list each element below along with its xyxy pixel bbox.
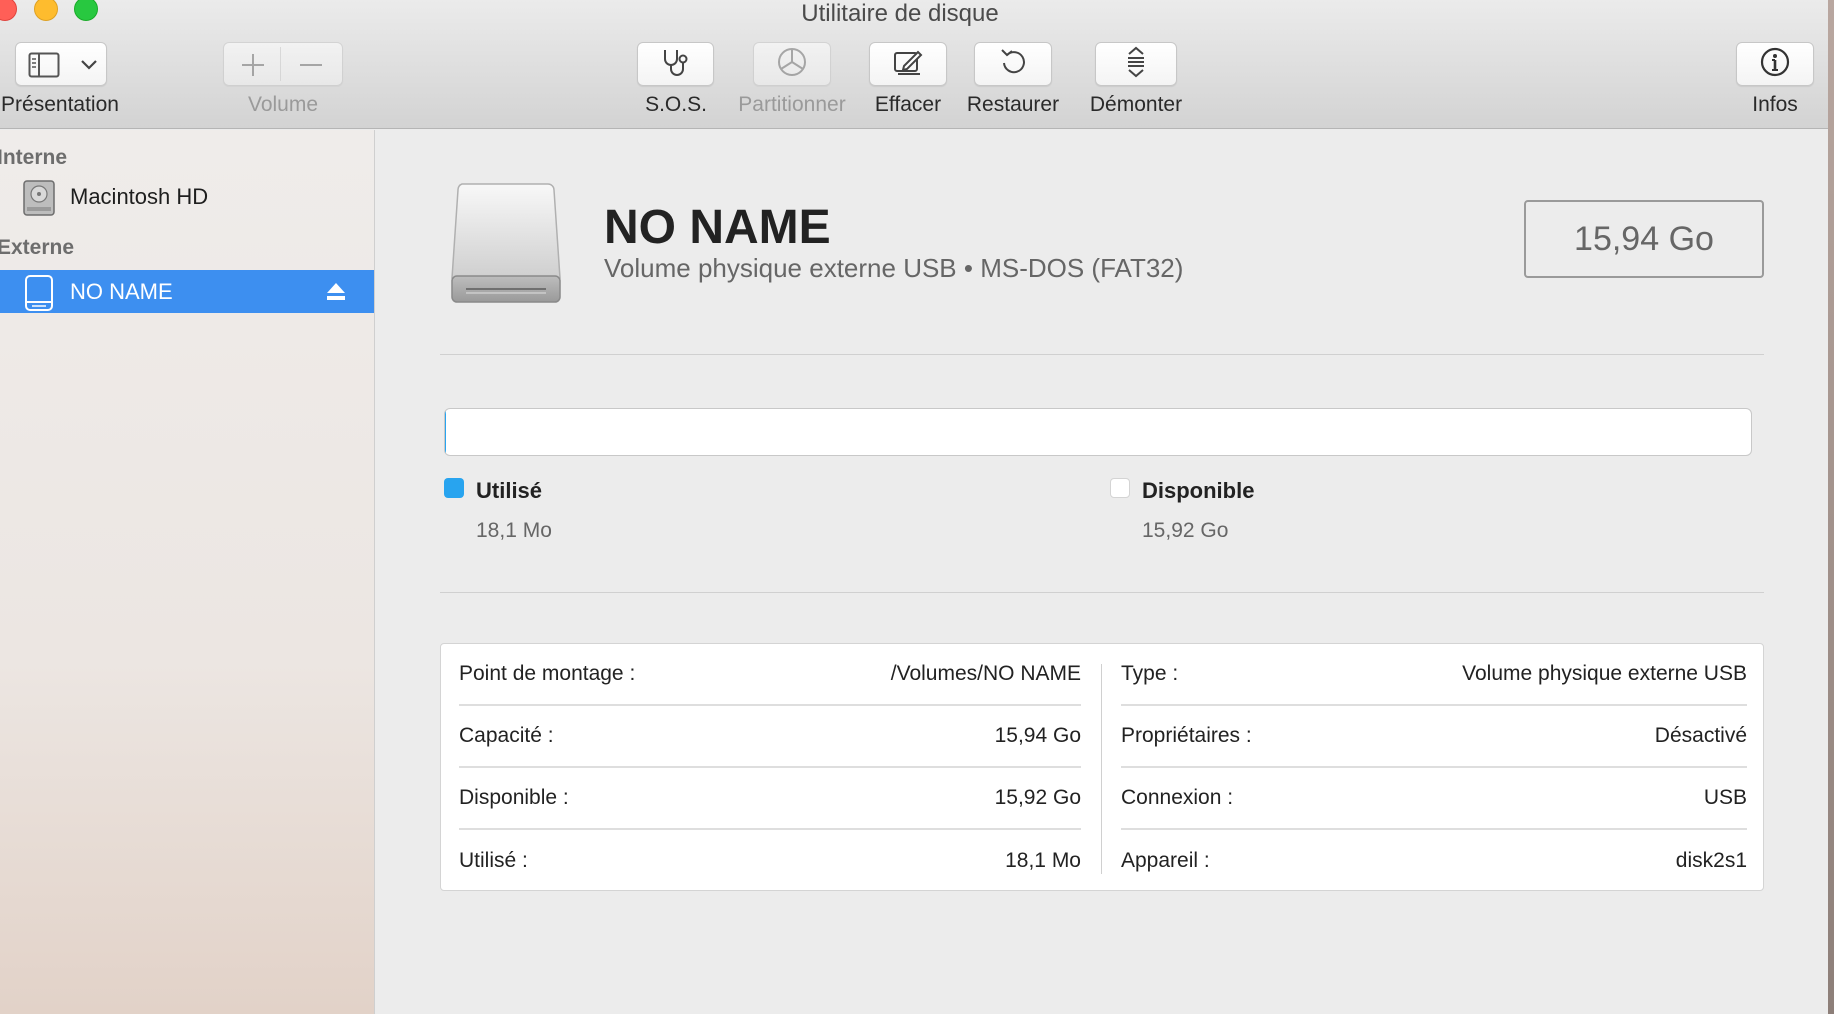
free-legend-value: 15,92 Go [1142,519,1229,542]
presentation-label: Présentation [1,93,119,116]
info-label: Propriétaires : [1121,724,1252,747]
sidebar-toggle-icon [28,52,60,83]
pencil-erase-icon [892,47,924,82]
internal-disk-icon [22,179,56,222]
restore-arrow-icon [998,47,1028,82]
minus-icon [298,52,324,83]
chevron-down-icon [80,58,98,76]
column-separator [1101,664,1102,874]
sidebar-section-external: Externe [0,236,75,259]
segment-divider [280,47,281,81]
erase-button[interactable] [869,42,947,86]
info-label: Appareil : [1121,849,1210,872]
pie-chart-icon [776,46,808,83]
erase-label: Effacer [874,93,942,116]
info-row-connection: Connexion : USB [1121,768,1747,830]
info-row-type: Type : Volume physique externe USB [1121,644,1747,706]
info-label: Connexion : [1121,786,1234,809]
info-value: USB [1703,786,1747,809]
external-drive-icon [448,180,564,311]
sidebar-item-label: NO NAME [70,278,173,304]
info-label: Infos [1752,93,1798,116]
usage-bar-used-fill [445,409,447,455]
info-column-right: Type : Volume physique externe USB Propr… [1121,644,1747,890]
restore-button[interactable] [974,42,1052,86]
volume-size-badge: 15,94 Go [1524,200,1764,278]
toolbar: Utilitaire de disque Présentation Volume [0,0,1828,129]
window-title: Utilitaire de disque [801,0,999,27]
desktop-edge [1828,0,1834,1014]
info-value: Désactivé [1654,724,1747,747]
restore-label: Restaurer [966,93,1060,116]
volume-label: Volume [247,93,319,116]
sidebar: Interne Macintosh HD Externe NO NAME [0,130,375,1014]
unmount-icon [1122,45,1150,84]
used-legend-value: 18,1 Mo [476,519,552,542]
info-row-capacity: Capacité : 15,94 Go [459,706,1081,768]
info-icon [1759,46,1791,83]
free-legend-title: Disponible [1142,478,1255,503]
sidebar-item-label: Macintosh HD [70,183,209,209]
eject-icon[interactable] [325,282,347,307]
sidebar-section-internal: Interne [0,146,68,169]
volume-info-table: Point de montage : /Volumes/NO NAME Capa… [440,643,1764,891]
info-row-owners: Propriétaires : Désactivé [1121,706,1747,768]
divider [440,592,1764,593]
partition-button[interactable] [753,42,831,86]
disk-utility-window: Utilitaire de disque Présentation Volume [0,0,1828,1014]
info-row-mount-point: Point de montage : /Volumes/NO NAME [459,644,1081,706]
stethoscope-icon [659,47,693,82]
divider [440,354,1764,355]
unmount-button[interactable] [1095,42,1177,86]
volume-name: NO NAME [604,201,831,254]
info-label: Point de montage : [459,662,636,685]
info-value: Volume physique externe USB [1462,662,1747,685]
unmount-label: Démonter [1089,93,1183,116]
info-value: 18,1 Mo [1005,849,1081,872]
volume-description: Volume physique externe USB • MS-DOS (FA… [604,253,1184,283]
info-button[interactable] [1736,42,1814,86]
info-value: /Volumes/NO NAME [890,662,1081,685]
presentation-button[interactable] [15,42,107,86]
partition-label: Partitionner [738,93,846,116]
info-column-left: Point de montage : /Volumes/NO NAME Capa… [459,644,1081,890]
info-row-used: Utilisé : 18,1 Mo [459,830,1081,892]
info-label: Utilisé : [459,849,528,872]
external-disk-icon [22,274,56,317]
plus-icon [240,52,266,83]
info-row-device: Appareil : disk2s1 [1121,830,1747,892]
free-legend-swatch [1110,478,1130,498]
info-label: Disponible : [459,786,569,809]
usage-bar [444,408,1752,456]
used-legend-title: Utilisé [476,478,543,503]
volume-segmented-control[interactable] [223,42,343,86]
info-value: disk2s1 [1675,849,1747,872]
info-value: 15,94 Go [994,724,1081,747]
info-row-available: Disponible : 15,92 Go [459,768,1081,830]
info-value: 15,92 Go [994,786,1081,809]
info-label: Type : [1121,662,1179,685]
sidebar-item-no-name[interactable]: NO NAME [0,270,374,313]
first-aid-button[interactable] [637,42,714,86]
volume-detail-pane: NO NAME Volume physique externe USB • MS… [376,130,1828,1014]
sidebar-item-macintosh-hd[interactable]: Macintosh HD [0,175,374,218]
info-label: Capacité : [459,724,554,747]
first-aid-label: S.O.S. [645,93,707,116]
used-legend-swatch [444,478,464,498]
